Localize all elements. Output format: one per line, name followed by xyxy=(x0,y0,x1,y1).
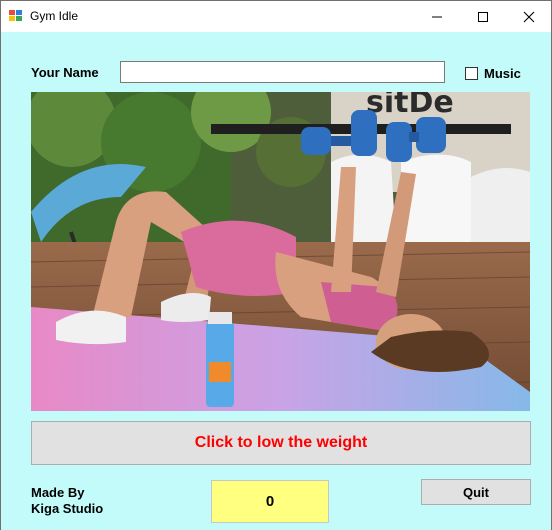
music-checkbox-label: Music xyxy=(484,66,521,81)
window-title: Gym Idle xyxy=(30,9,79,23)
minimize-button[interactable] xyxy=(414,1,460,32)
background-sign-text: sitDe xyxy=(366,92,454,120)
title-bar[interactable]: Gym Idle xyxy=(1,1,551,32)
name-input[interactable] xyxy=(120,61,445,83)
workout-photo: sitDe xyxy=(31,92,530,411)
form-client-area: Your Name Music sitDe Click to low the w… xyxy=(1,32,551,530)
minimize-icon xyxy=(432,16,442,17)
rep-counter: 0 xyxy=(211,480,329,523)
maximize-button[interactable] xyxy=(460,1,506,32)
music-checkbox-box[interactable] xyxy=(465,67,478,80)
credits-line-1: Made By xyxy=(31,485,85,500)
app-window: Gym Idle Your Name Music sitDe Click to … xyxy=(0,0,552,530)
workout-illustration: sitDe xyxy=(31,92,530,411)
lift-weight-button[interactable]: Click to low the weight xyxy=(31,421,531,465)
name-label: Your Name xyxy=(31,65,99,80)
credits-label: Made By Kiga Studio xyxy=(31,485,103,517)
maximize-icon xyxy=(478,11,488,22)
close-button[interactable] xyxy=(506,1,552,32)
quit-button[interactable]: Quit xyxy=(421,479,531,505)
close-icon xyxy=(523,11,535,22)
credits-line-2: Kiga Studio xyxy=(31,501,104,516)
music-checkbox[interactable]: Music xyxy=(465,66,521,81)
app-icon xyxy=(9,10,23,22)
